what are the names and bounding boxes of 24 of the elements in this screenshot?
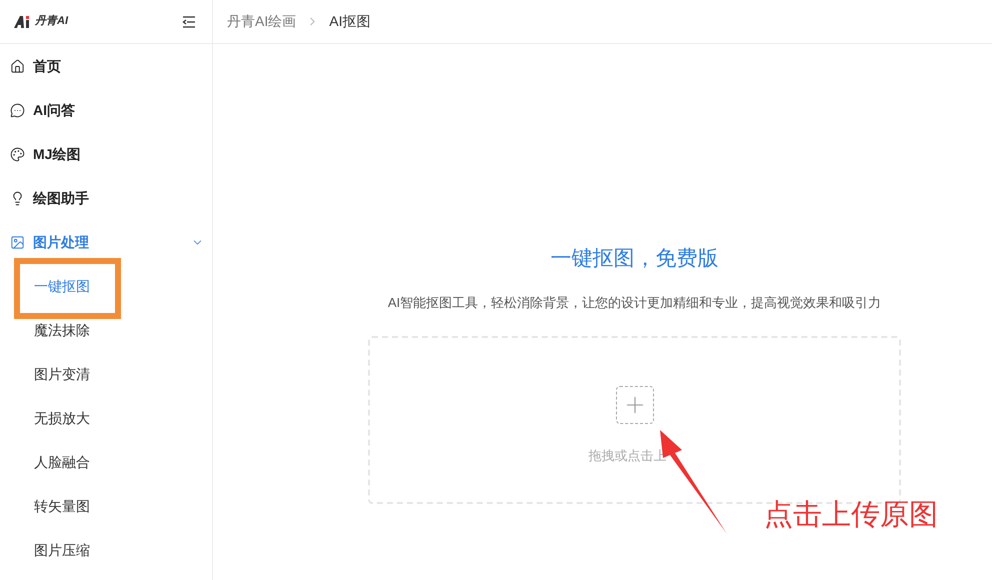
page-title: 一键抠图，免费版 xyxy=(550,246,718,272)
submenu-item[interactable]: 无损放大 xyxy=(0,396,212,440)
breadcrumb-item[interactable]: 丹青AI绘画 xyxy=(227,11,296,32)
page-subtitle: AI智能抠图工具，轻松消除背景，让您的设计更加精细和专业，提高视觉效果和吸引力 xyxy=(388,294,882,312)
palette-icon xyxy=(10,146,25,162)
sidebar-item[interactable]: 图片处理 xyxy=(0,220,212,264)
submenu-item[interactable]: 图片变清 xyxy=(0,352,212,396)
submenu-item[interactable]: 转矢量图 xyxy=(0,484,212,528)
logo-text: 丹青AI xyxy=(35,14,68,30)
logo-icon xyxy=(14,16,32,28)
collapse-menu-button[interactable] xyxy=(182,14,198,28)
submenu-item[interactable]: 魔法抹除 xyxy=(0,308,212,352)
submenu-item[interactable]: 人脸融合 xyxy=(0,440,212,484)
home-icon xyxy=(10,58,25,74)
submenu-item[interactable]: 图片压缩 xyxy=(0,528,212,572)
sidebar-item[interactable]: 首页 xyxy=(0,44,212,88)
sidebar-item[interactable]: 绘图助手 xyxy=(0,176,212,220)
sidebar-item[interactable]: AI问答 xyxy=(0,88,212,132)
chat-icon xyxy=(10,102,25,118)
sidebar-item[interactable]: MJ绘图 xyxy=(0,132,212,176)
add-icon xyxy=(616,386,654,424)
breadcrumb-item: AI抠图 xyxy=(329,12,370,31)
submenu-item[interactable]: 一键抠图 xyxy=(0,264,212,308)
image-icon xyxy=(10,234,25,250)
